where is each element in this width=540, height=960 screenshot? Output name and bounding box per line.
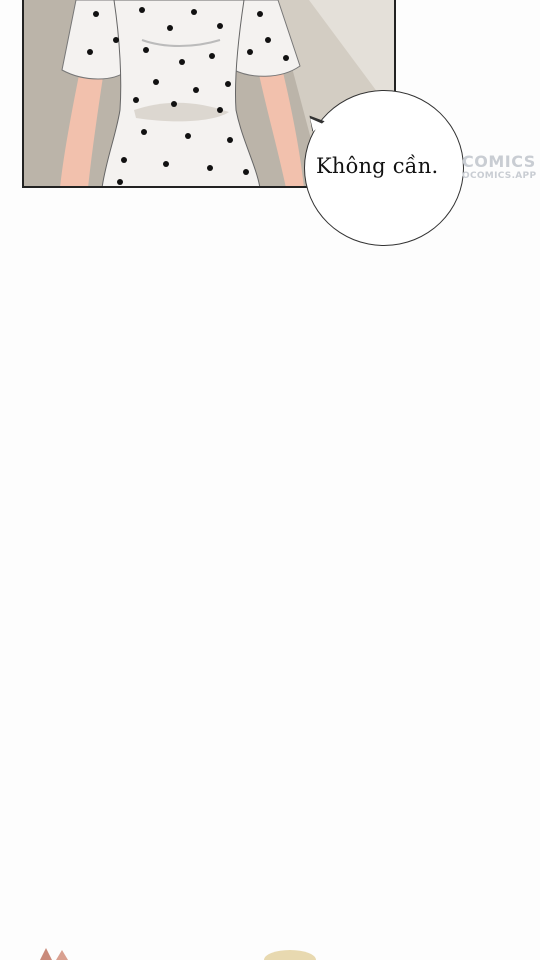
watermark: COMICS OCOMICS.APP — [462, 154, 536, 181]
speech-bubble-text: Không cần. — [316, 154, 439, 178]
next-panel-peek — [40, 948, 316, 960]
watermark-line2: OCOMICS.APP — [462, 171, 537, 181]
watermark-line1: COMICS — [462, 152, 536, 171]
